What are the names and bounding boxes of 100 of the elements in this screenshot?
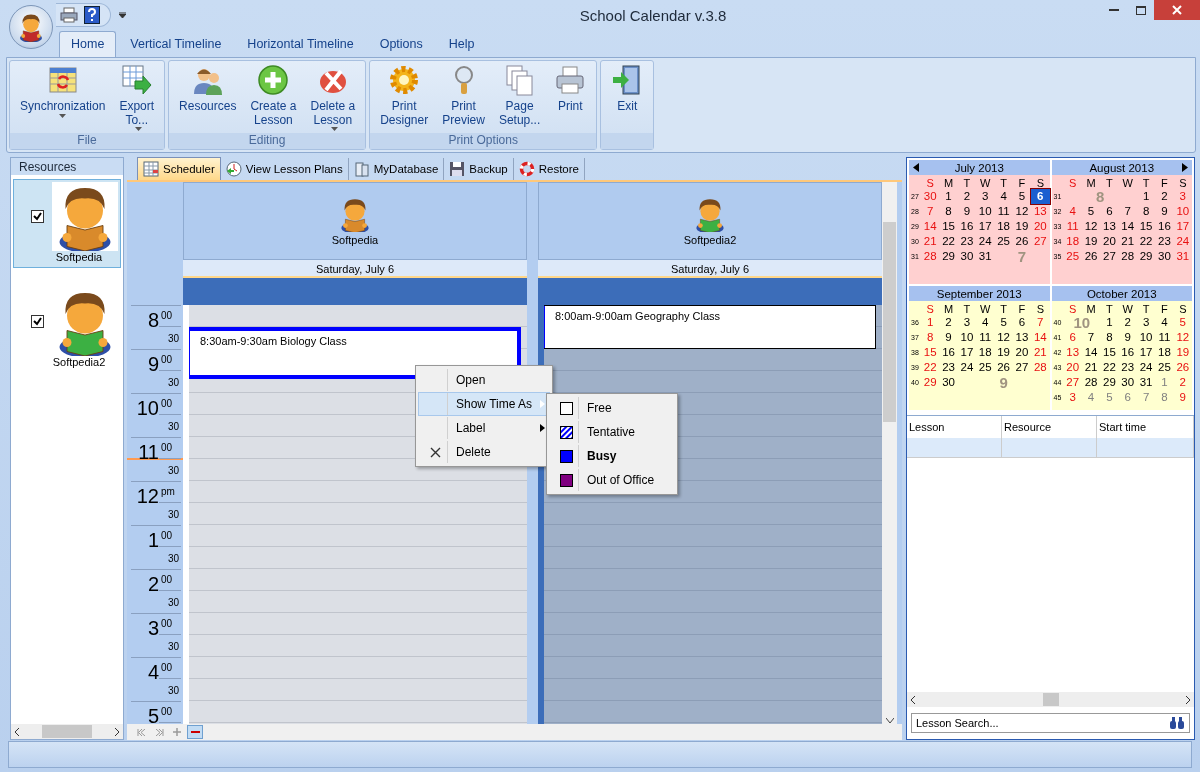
calendar-day[interactable]: 19 <box>1173 345 1192 360</box>
calendar-day[interactable]: 2 <box>1173 375 1192 390</box>
calendar-day[interactable]: 7 <box>1136 390 1156 405</box>
ribbon-tab[interactable]: Vertical Timeline <box>118 31 234 57</box>
ribbon-tab[interactable]: Options <box>367 31 435 57</box>
calendar-day[interactable]: 30 <box>957 249 977 264</box>
calendar-day[interactable]: 6 <box>1012 315 1032 330</box>
calendar-day[interactable]: 21 <box>1081 360 1101 375</box>
calendar-day[interactable]: 22 <box>939 234 958 249</box>
scroll-thumb[interactable] <box>883 222 896 422</box>
checkbox[interactable] <box>31 315 44 328</box>
scroll-thumb[interactable] <box>1042 693 1059 706</box>
calendar-day[interactable]: 3 <box>976 189 995 204</box>
calendar-day[interactable]: 24 <box>1136 360 1156 375</box>
calendar-day[interactable]: 9 <box>1173 390 1192 405</box>
calendar-day[interactable]: 25 <box>1155 360 1174 375</box>
remove-button[interactable] <box>187 725 203 739</box>
calendar-day[interactable]: 23 <box>1118 360 1137 375</box>
calendar-day[interactable]: 15 <box>921 345 940 360</box>
calendar-day[interactable]: 7 <box>1081 330 1101 345</box>
calendar-day[interactable]: 26 <box>994 360 1013 375</box>
calendar-day[interactable]: 6 <box>1063 330 1082 345</box>
app-menu-button[interactable] <box>9 5 53 49</box>
calendar-day[interactable]: 5 <box>1012 189 1032 204</box>
calendar-day[interactable]: 12 <box>1173 330 1192 345</box>
calendar-day[interactable]: 3 <box>957 315 977 330</box>
calendar-day[interactable]: 31 <box>1136 375 1156 390</box>
calendar-day[interactable]: 25 <box>994 234 1013 249</box>
calendar-day[interactable]: 24 <box>957 360 977 375</box>
calendar-day[interactable]: 1 <box>921 315 940 330</box>
calendar-day[interactable]: 8 <box>1136 204 1156 219</box>
calendar-day[interactable]: 14 <box>1118 219 1137 234</box>
calendar-day[interactable]: 10 <box>957 330 977 345</box>
calendar-day[interactable]: 17 <box>1136 345 1156 360</box>
calendar-day[interactable]: 5 <box>1081 204 1101 219</box>
calendar-day[interactable]: 23 <box>939 360 958 375</box>
calendar-day[interactable]: 10 <box>1136 330 1156 345</box>
calendar-day[interactable]: 6 <box>1031 189 1050 204</box>
calendar-day[interactable]: 29 <box>939 249 958 264</box>
calendar-day[interactable]: 1 <box>1100 315 1119 330</box>
calendar-day[interactable]: 11 <box>1155 330 1174 345</box>
calendar-day[interactable]: 8 <box>1155 390 1174 405</box>
calendar-day[interactable]: 23 <box>1155 234 1174 249</box>
ribbon-button[interactable]: Resources <box>173 64 243 133</box>
calendar-day[interactable]: 11 <box>994 204 1013 219</box>
resource-item[interactable]: Softpedia <box>13 179 121 268</box>
calendar-day[interactable]: 3 <box>1063 390 1082 405</box>
ribbon-button[interactable]: Export To... <box>113 64 161 133</box>
calendar-day[interactable]: 2 <box>1155 189 1174 204</box>
menu-item[interactable]: Free <box>549 396 675 420</box>
calendar-day[interactable]: 28 <box>1118 249 1137 264</box>
calendar-day[interactable]: 19 <box>1081 234 1101 249</box>
calendar-day[interactable]: 20 <box>1100 234 1119 249</box>
scroll-left-icon[interactable] <box>14 727 19 736</box>
calendar-day[interactable]: 12 <box>1012 204 1032 219</box>
ribbon-button[interactable]: Print <box>548 64 593 133</box>
calendar-day[interactable]: 23 <box>957 234 977 249</box>
calendar-day[interactable]: 4 <box>1155 315 1174 330</box>
calendar-day[interactable]: 13 <box>1063 345 1082 360</box>
calendar-day[interactable]: 27 <box>1012 360 1032 375</box>
calendar-day[interactable]: 16 <box>957 219 977 234</box>
calendar-day[interactable]: 4 <box>994 189 1013 204</box>
calendar-day[interactable]: 8 <box>1100 330 1119 345</box>
ribbon-button[interactable]: Synchronization <box>14 64 112 133</box>
ribbon-button[interactable]: Print Designer <box>374 64 435 133</box>
calendar-day[interactable]: 7 <box>1031 315 1050 330</box>
checkbox[interactable] <box>31 210 44 223</box>
calendar-day[interactable]: 30 <box>1118 375 1137 390</box>
calendar-day[interactable]: 15 <box>1136 219 1156 234</box>
calendar-day[interactable]: 2 <box>957 189 977 204</box>
calendar-day[interactable]: 4 <box>976 315 995 330</box>
previous-icon[interactable] <box>913 163 919 172</box>
ribbon-tab[interactable]: Horizontal Timeline <box>235 31 366 57</box>
calendar-day[interactable]: 3 <box>1136 315 1156 330</box>
ribbon-tab[interactable]: Help <box>436 31 487 57</box>
calendar-day[interactable]: 29 <box>921 375 940 390</box>
calendar-day[interactable]: 19 <box>1012 219 1032 234</box>
horizontal-scrollbar[interactable] <box>907 692 1194 707</box>
calendar-day[interactable]: 5 <box>994 315 1013 330</box>
calendar-day[interactable]: 9 <box>1118 330 1137 345</box>
calendar-day[interactable]: 22 <box>1136 234 1156 249</box>
calendar-day[interactable]: 7 <box>1118 204 1137 219</box>
calendar-day[interactable]: 29 <box>1136 249 1156 264</box>
calendar-day[interactable]: 28 <box>1081 375 1101 390</box>
caret-icon[interactable] <box>119 12 126 18</box>
binoculars-icon[interactable] <box>1169 716 1185 730</box>
close-button[interactable] <box>1154 0 1200 20</box>
menu-item[interactable]: Out of Office <box>549 468 675 492</box>
calendar-day[interactable]: 5 <box>1100 390 1119 405</box>
calendar-day[interactable]: 2 <box>939 315 958 330</box>
calendar-day[interactable]: 15 <box>939 219 958 234</box>
calendar-day[interactable]: 11 <box>976 330 995 345</box>
ribbon-button[interactable]: Page Setup... <box>492 64 547 133</box>
appointment[interactable]: 8:00am-9:00am Geography Class <box>544 305 876 349</box>
calendar-day[interactable]: 14 <box>1031 330 1050 345</box>
menu-item[interactable]: Show Time As <box>418 392 550 416</box>
calendar-day[interactable]: 21 <box>1031 345 1050 360</box>
next-icon[interactable] <box>1182 163 1188 172</box>
calendar-day[interactable]: 16 <box>939 345 958 360</box>
calendar-day[interactable]: 1 <box>1155 375 1174 390</box>
